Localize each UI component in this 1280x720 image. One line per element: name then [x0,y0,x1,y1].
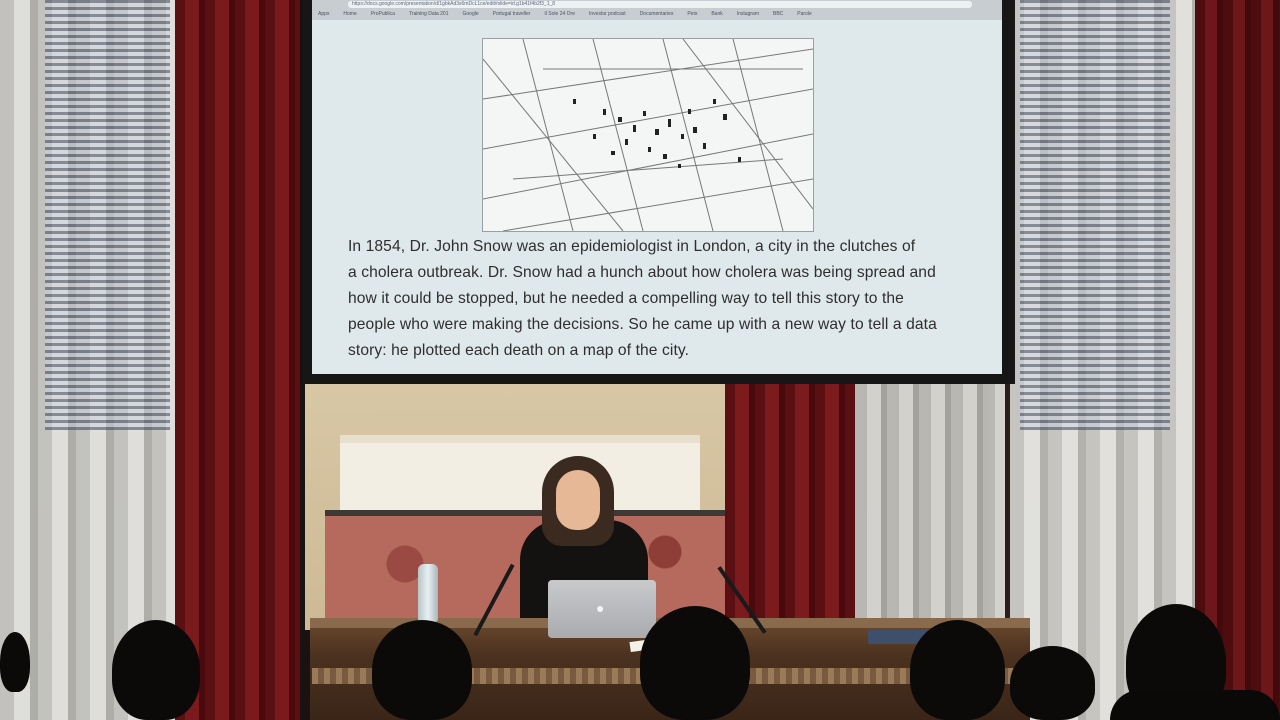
bookmarks-bar: Apps Home ProPublica Training Data 201 Googl… [318,10,998,18]
bookmark-item[interactable]: Bank [711,10,722,18]
bookmark-item[interactable]: Instagram [737,10,759,18]
far-right-red-curtain [1195,0,1280,720]
bookmark-item[interactable]: ProPublica [371,10,395,18]
bookmark-item[interactable]: Training Data 201 [409,10,449,18]
bookmark-item[interactable]: Google [463,10,479,18]
projection-screen: https://docs.google.com/presentation/d/1… [312,0,1002,374]
audience-head [372,620,472,720]
speaker-face [556,470,600,530]
conference-room-scene: https://docs.google.com/presentation/d/1… [0,0,1280,720]
bookmark-item[interactable]: BBC [773,10,783,18]
audience-head [640,606,750,720]
left-red-curtain [175,0,300,720]
apple-logo-icon: ● [596,600,605,616]
audience-head [112,620,200,720]
street-map-drawing [483,39,813,231]
browser-toolbar: https://docs.google.com/presentation/d/1… [312,0,1002,20]
audience-head [1010,646,1095,720]
bookmark-item[interactable]: Investor podcast [589,10,626,18]
left-window-shutter [45,0,170,430]
right-window-shutter [1020,0,1170,430]
bookmark-item[interactable]: Apps [318,10,329,18]
audience-head [910,620,1005,720]
bookmark-item[interactable]: Il Sole 24 Ore [544,10,575,18]
water-bottle [418,564,438,622]
slide-caption: In 1854, Dr. John Snow was an epidemiolo… [348,234,988,364]
audience-head [0,632,30,692]
address-bar[interactable]: https://docs.google.com/presentation/d/1… [348,1,972,8]
bookmark-item[interactable]: Documentaries [640,10,674,18]
caption-line: how it could be stopped, but he needed a… [348,290,904,307]
caption-line: a cholera outbreak. Dr. Snow had a hunch… [348,264,936,281]
bookmark-item[interactable]: Pets [687,10,697,18]
audience-shoulders [1110,690,1280,720]
bookmark-item[interactable]: Portugal traveller [493,10,531,18]
caption-line: In 1854, Dr. John Snow was an epidemiolo… [348,238,916,255]
bookmark-item[interactable]: Home [343,10,356,18]
cholera-map-image [482,38,814,232]
caption-line: story: he plotted each death on a map of… [348,342,690,359]
caption-line: people who were making the decisions. So… [348,316,937,333]
bookmark-item[interactable]: Parole [797,10,811,18]
